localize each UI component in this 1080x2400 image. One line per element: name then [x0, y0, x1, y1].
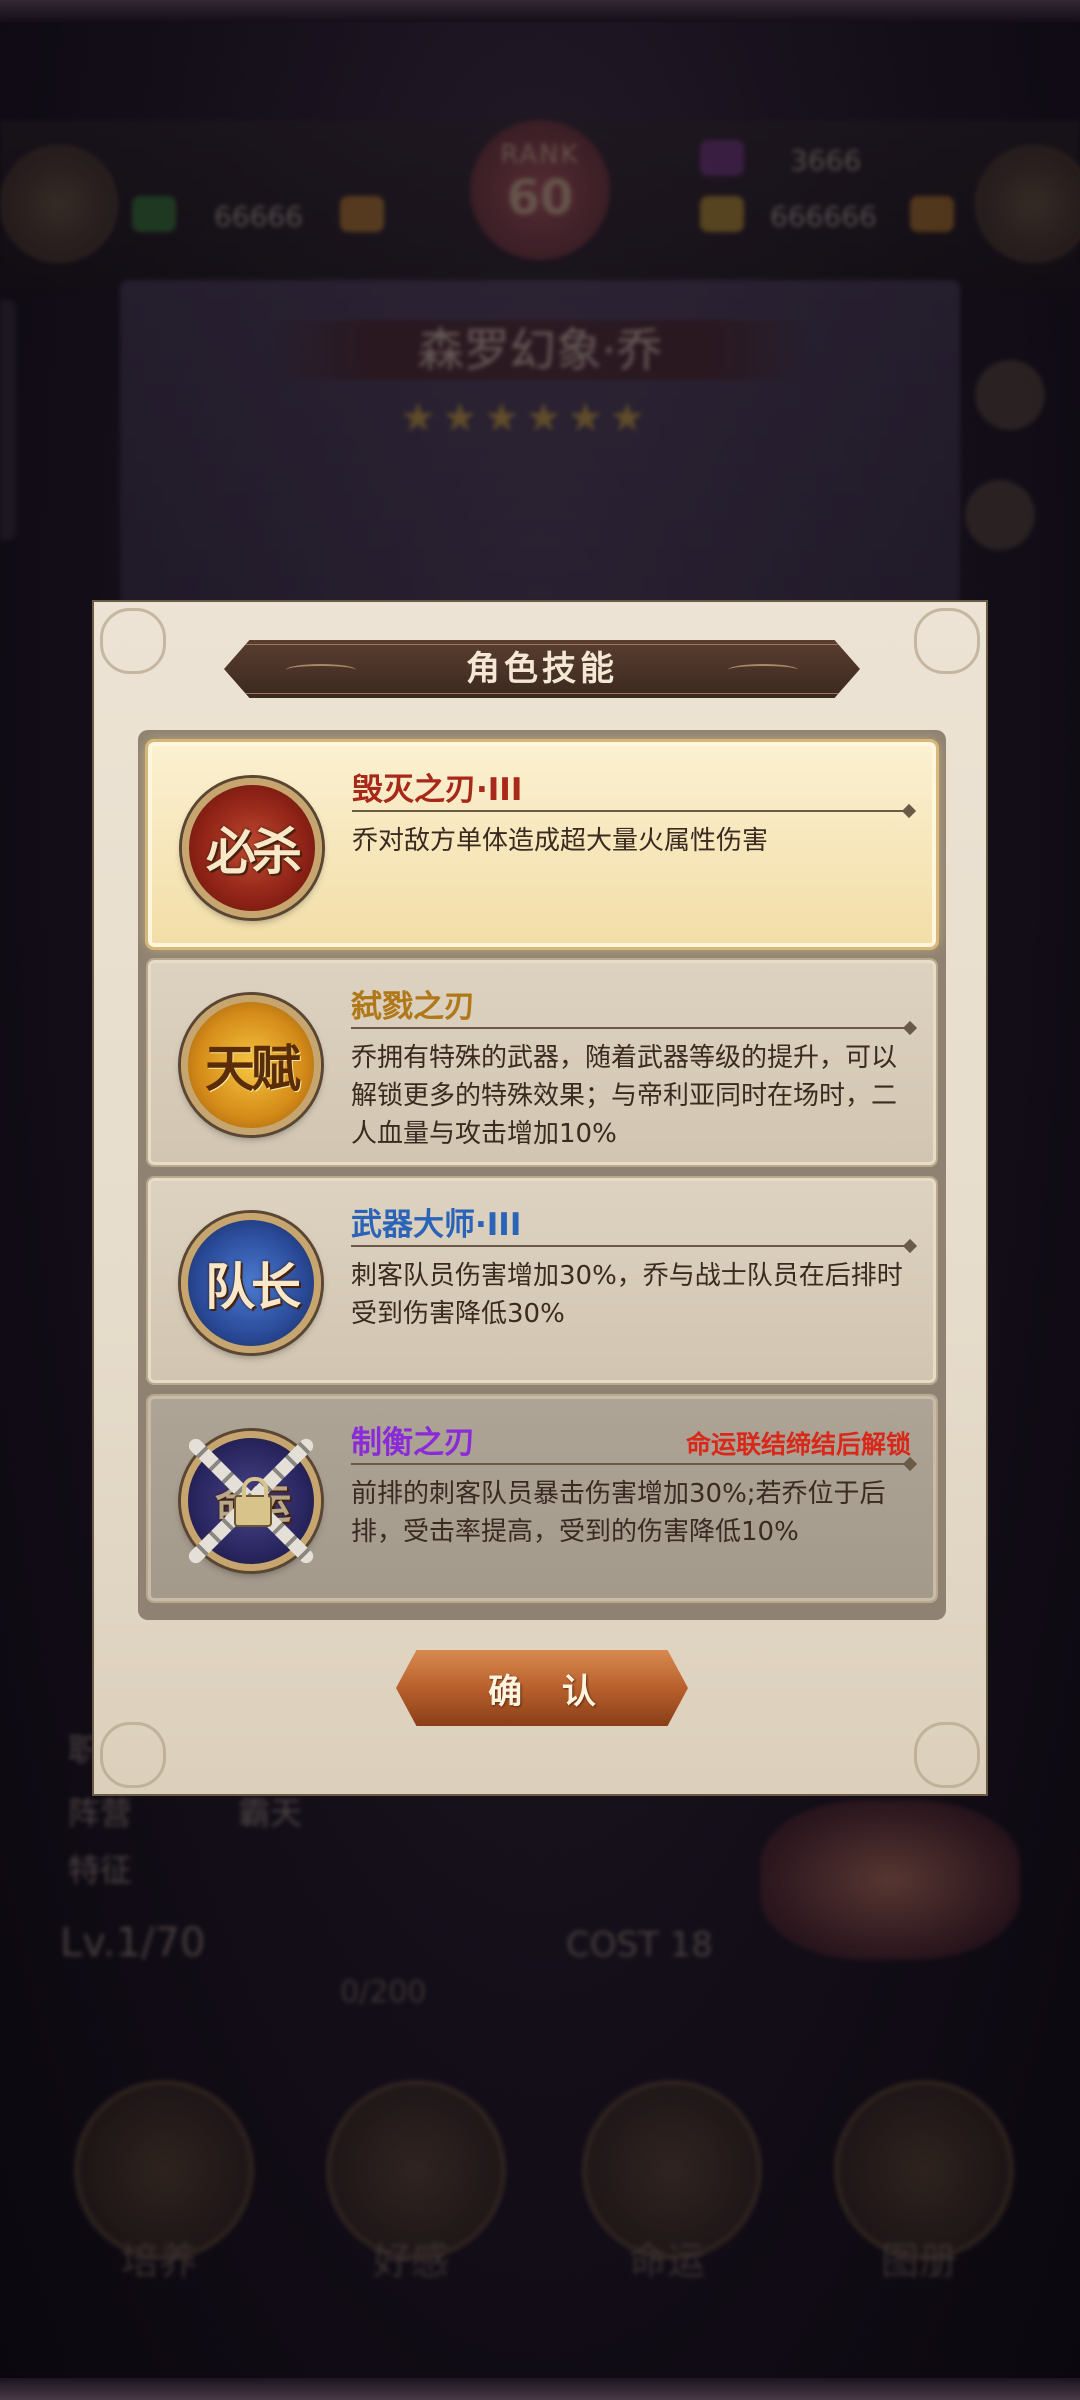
leader-icon: 队长 — [181, 1213, 321, 1353]
bottom-border — [0, 2378, 1080, 2400]
skill-divider — [351, 1245, 911, 1247]
skill-description: 乔对敌方单体造成超大量火属性伤害 — [352, 826, 769, 856]
unlock-condition: 命运联结缔结后解锁 — [685, 1430, 911, 1459]
corner-ornament — [914, 608, 980, 674]
skill-name: 弑戮之刃 — [351, 989, 475, 1025]
skill-divider — [352, 810, 910, 812]
talent-icon-text: 天赋 — [205, 1039, 301, 1098]
skill-list: 必杀 毁灭之刃·III 乔对敌方单体造成超大量火属性伤害 天赋 弑戮之刃 乔拥有… — [138, 730, 946, 1620]
confirm-button[interactable]: 确 认 — [396, 1650, 688, 1726]
skill-divider — [351, 1027, 911, 1029]
corner-ornament — [100, 608, 166, 674]
skill-name: 毁灭之刃·III — [352, 772, 523, 808]
corner-ornament — [100, 1722, 166, 1788]
leader-icon-text: 队长 — [205, 1257, 301, 1316]
corner-ornament — [914, 1722, 980, 1788]
skill-card-leader[interactable]: 队长 武器大师·III 刺客队员伤害增加30%，乔与战士队员在后排时受到伤害降低… — [146, 1176, 938, 1385]
ultimate-icon-text: 必杀 — [206, 822, 302, 881]
talent-icon: 天赋 — [181, 995, 321, 1135]
confirm-button-label: 确 认 — [488, 1671, 610, 1712]
lock-icon — [234, 1477, 272, 1527]
skill-name: 武器大师·III — [351, 1207, 522, 1243]
title-banner: 角色技能 — [224, 640, 860, 698]
skills-modal: 角色技能 必杀 毁灭之刃·III 乔对敌方单体造成超大量火属性伤害 天赋 弑戮之… — [92, 600, 988, 1796]
skill-card-fate[interactable]: 命运 制衡之刃 命运联结缔结后解锁 前排的刺客队员暴击伤害增加30%;若乔位于后… — [146, 1394, 938, 1603]
skill-divider — [351, 1463, 911, 1465]
skill-name: 制衡之刃 — [351, 1425, 475, 1461]
skill-card-ultimate[interactable]: 必杀 毁灭之刃·III 乔对敌方单体造成超大量火属性伤害 — [145, 739, 939, 950]
modal-title: 角色技能 — [466, 649, 618, 689]
skill-description: 刺客队员伤害增加30%，乔与战士队员在后排时受到伤害降低30% — [351, 1261, 903, 1329]
skill-description: 乔拥有特殊的武器，随着武器等级的提升，可以解锁更多的特殊效果；与帝利亚同时在场时… — [351, 1043, 898, 1149]
fate-icon: 命运 — [181, 1431, 321, 1571]
skill-description: 前排的刺客队员暴击伤害增加30%;若乔位于后排，受击率提高，受到的伤害降低10% — [351, 1479, 886, 1547]
skill-card-talent[interactable]: 天赋 弑戮之刃 乔拥有特殊的武器，随着武器等级的提升，可以解锁更多的特殊效果；与… — [146, 958, 938, 1167]
ultimate-icon: 必杀 — [182, 778, 322, 918]
